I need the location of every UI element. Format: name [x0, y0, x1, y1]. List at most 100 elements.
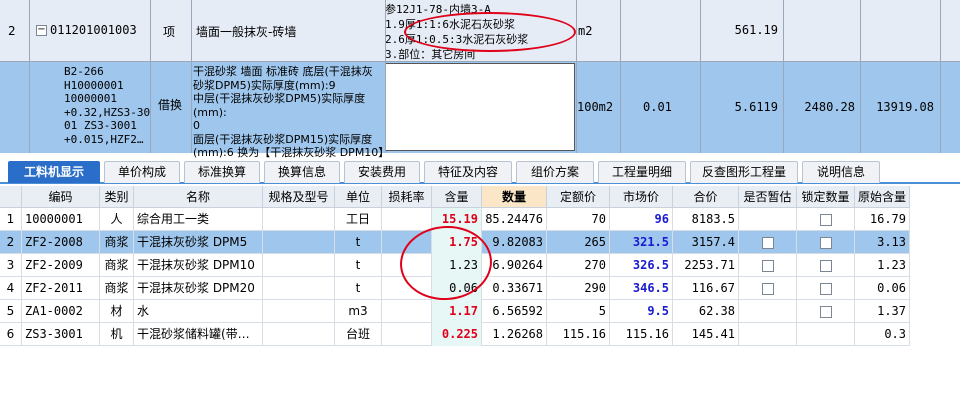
material-name: 干混抹灰砂浆 DPM20 — [134, 277, 263, 300]
table-row[interactable]: 1 10000001 人综合用工一类 工日 15.19 85.24476 70 96 8183.… — [0, 208, 910, 231]
tab-pricing-plan[interactable]: 组价方案 — [516, 161, 594, 183]
tab-features[interactable]: 特征及内容 — [424, 161, 512, 183]
col-quota-price[interactable]: 定额价 — [547, 186, 610, 208]
provisional-checkbox[interactable] — [739, 300, 797, 323]
col-loss-rate[interactable]: 损耗率 — [382, 186, 432, 208]
tab-graphic-quantity[interactable]: 反查图形工程量 — [690, 161, 798, 183]
checkbox[interactable] — [761, 282, 774, 295]
checkbox[interactable] — [819, 236, 832, 249]
material-unit: t — [335, 277, 382, 300]
original-content: 0.06 — [855, 277, 910, 300]
material-spec — [263, 254, 335, 277]
checkbox[interactable] — [819, 282, 832, 295]
lock-checkbox[interactable] — [797, 208, 855, 231]
market-price[interactable]: 9.5 — [610, 300, 673, 323]
lock-checkbox[interactable] — [797, 231, 855, 254]
content-value[interactable]: 1.17 — [432, 300, 482, 323]
lock-checkbox[interactable] — [797, 323, 855, 346]
content-value[interactable]: 15.19 — [432, 208, 482, 231]
col-name[interactable]: 名称 — [134, 186, 263, 208]
col-total[interactable]: 合价 — [673, 186, 739, 208]
material-spec — [263, 323, 335, 346]
desc-line: 砂浆DPM5)实际厚度(mm):9 — [193, 78, 336, 92]
col-spec[interactable]: 规格及型号 — [263, 186, 335, 208]
feature-edit-box[interactable] — [385, 63, 575, 151]
material-spec — [263, 231, 335, 254]
quota-row[interactable]: B2-266 H10000001 10000001 +0.32,HZS3-30 … — [0, 62, 960, 159]
col-unit[interactable]: 单位 — [335, 186, 382, 208]
col-market-price[interactable]: 市场价 — [610, 186, 673, 208]
quantity-value[interactable]: 1.26268 — [482, 323, 547, 346]
original-content: 3.13 — [855, 231, 910, 254]
quantity-value[interactable]: 9.82083 — [482, 231, 547, 254]
item-row[interactable]: 2 − 011201001003 项 墙面一般抹灰-砖墙 参12J1-78-内墙… — [0, 0, 960, 62]
table-row[interactable]: 2 ZF2-2008 商浆 干混抹灰砂浆 DPM5 t 1.75 9.82083 265 321… — [0, 231, 910, 254]
material-spec — [263, 300, 335, 323]
provisional-checkbox[interactable] — [739, 231, 797, 254]
quantity-value[interactable]: 6.90264 — [482, 254, 547, 277]
lock-checkbox[interactable] — [797, 300, 855, 323]
tab-standard-conversion[interactable]: 标准换算 — [184, 161, 260, 183]
collapse-icon[interactable]: − — [36, 25, 47, 36]
market-price[interactable]: 321.5 — [610, 231, 673, 254]
tab-description[interactable]: 说明信息 — [802, 161, 880, 183]
quantity-value[interactable]: 6.56592 — [482, 300, 547, 323]
item-features[interactable]: 参12J1-78-内墙3-A 1.9厚1:1:6水泥石灰砂浆 2.6厚1:0.5… — [385, 2, 576, 62]
col-code[interactable]: 编码 — [22, 186, 100, 208]
material-code: 10000001 — [22, 208, 100, 231]
desc-line: (mm):6 换为【干混抹灰砂浆 DPM10】 — [193, 146, 385, 159]
tab-materials[interactable]: 工料机显示 — [8, 161, 100, 183]
quota-qty: 5.6119 — [734, 100, 778, 114]
desc-line: 面层(干混抹灰砂浆DPM15)实际厚度 — [193, 132, 373, 146]
checkbox[interactable] — [819, 305, 832, 318]
table-row[interactable]: 5 ZA1-0002 材水 m3 1.17 6.56592 5 9.5 62.38 1.37 — [0, 300, 910, 323]
material-code: ZF2-2011 — [22, 277, 100, 300]
total-value: 2253.71 — [673, 254, 739, 277]
provisional-checkbox[interactable] — [739, 208, 797, 231]
col-quantity[interactable]: 数量 — [482, 186, 547, 208]
tab-unit-price[interactable]: 单价构成 — [104, 161, 180, 183]
col-provisional[interactable]: 是否暂估 — [739, 186, 797, 208]
material-category: 商浆 — [100, 231, 134, 254]
material-code: ZS3-3001 — [22, 323, 100, 346]
quota-code-line: +0.015,HZF2… — [64, 132, 144, 146]
table-row[interactable]: 4 ZF2-2011 商浆 干混抹灰砂浆 DPM20 t 0.06 0.33671 290 34… — [0, 277, 910, 300]
market-price[interactable]: 326.5 — [610, 254, 673, 277]
content-value[interactable]: 1.75 — [432, 231, 482, 254]
checkbox[interactable] — [819, 259, 832, 272]
row-number: 6 — [0, 323, 22, 346]
checkbox[interactable] — [761, 259, 774, 272]
content-value[interactable]: 1.23 — [432, 254, 482, 277]
table-row[interactable]: 6 ZS3-3001 机干混砂浆储料罐(带… 台班 0.225 1.26268 115.16… — [0, 323, 910, 346]
tab-quantity-detail[interactable]: 工程量明细 — [598, 161, 686, 183]
quota-code-line: 10000001 — [64, 92, 117, 105]
col-content[interactable]: 含量 — [432, 186, 482, 208]
material-category: 机 — [100, 323, 134, 346]
provisional-checkbox[interactable] — [739, 323, 797, 346]
market-price[interactable]: 115.16 — [610, 323, 673, 346]
lock-checkbox[interactable] — [797, 254, 855, 277]
checkbox[interactable] — [819, 213, 832, 226]
col-lock-qty[interactable]: 锁定数量 — [797, 186, 855, 208]
market-price[interactable]: 346.5 — [610, 277, 673, 300]
content-value[interactable]: 0.06 — [432, 277, 482, 300]
market-price[interactable]: 96 — [610, 208, 673, 231]
material-unit: t — [335, 231, 382, 254]
row-number: 1 — [0, 208, 22, 231]
col-original-content[interactable]: 原始含量 — [855, 186, 910, 208]
provisional-checkbox[interactable] — [739, 254, 797, 277]
tab-conversion-info[interactable]: 换算信息 — [264, 161, 340, 183]
col-category[interactable]: 类别 — [100, 186, 134, 208]
lock-checkbox[interactable] — [797, 277, 855, 300]
checkbox[interactable] — [761, 236, 774, 249]
original-content: 1.37 — [855, 300, 910, 323]
row-number: 2 — [0, 231, 22, 254]
content-value[interactable]: 0.225 — [432, 323, 482, 346]
quantity-value[interactable]: 85.24476 — [482, 208, 547, 231]
tab-install-fee[interactable]: 安装费用 — [344, 161, 420, 183]
provisional-checkbox[interactable] — [739, 277, 797, 300]
table-row[interactable]: 3 ZF2-2009 商浆 干混抹灰砂浆 DPM10 t 1.23 6.90264 270 32… — [0, 254, 910, 277]
row-number: 2 — [8, 24, 16, 38]
quantity-value[interactable]: 0.33671 — [482, 277, 547, 300]
material-unit: 工日 — [335, 208, 382, 231]
